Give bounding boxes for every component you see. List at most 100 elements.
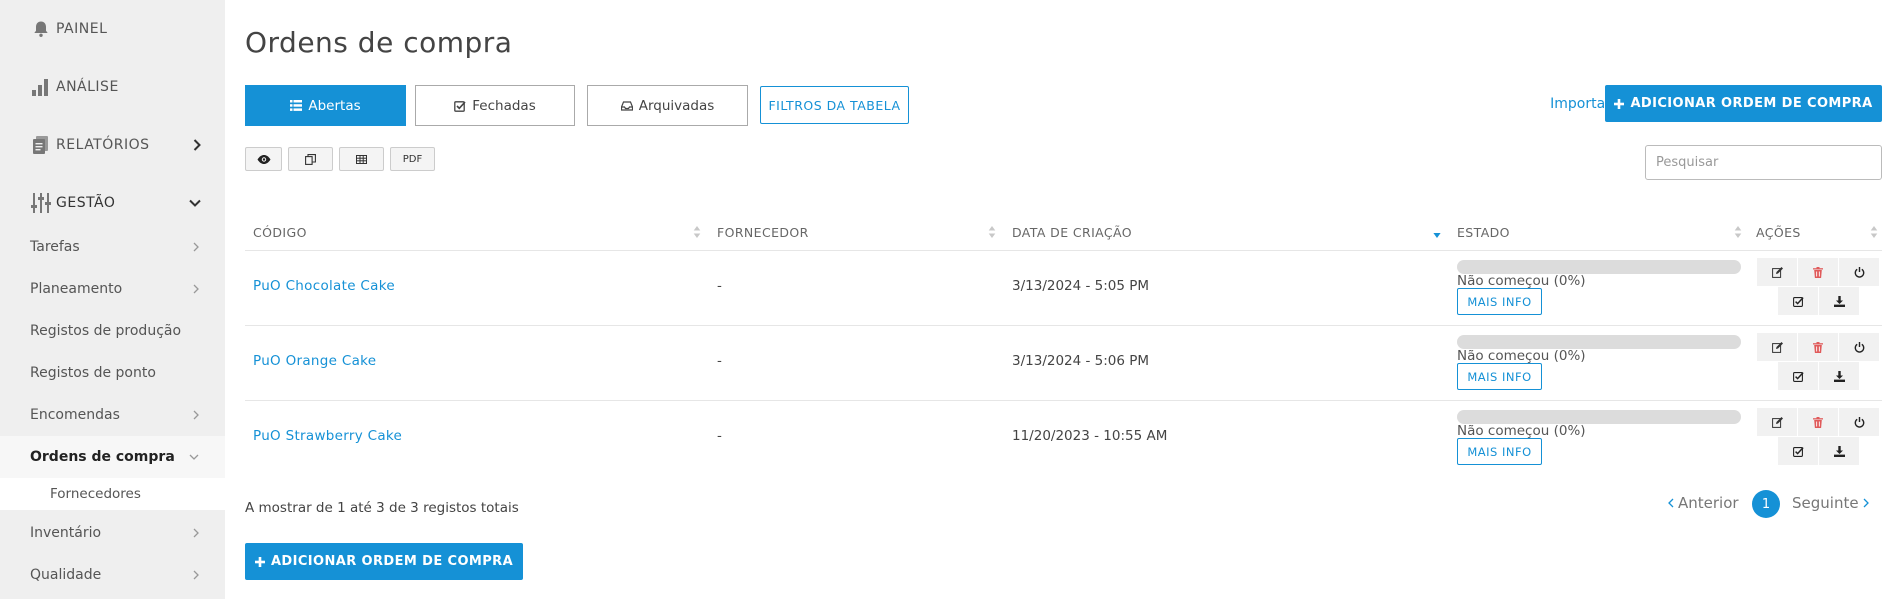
nav-sub-registos-ponto[interactable]: Registos de ponto — [0, 352, 225, 394]
chevron-down-icon — [189, 199, 201, 207]
chevron-left-icon — [1668, 498, 1674, 508]
column-header-code[interactable]: CÓDIGO — [253, 222, 307, 242]
nav-leaf-fornecedores[interactable]: Fornecedores — [0, 478, 225, 510]
edit-icon — [1771, 341, 1783, 353]
nav-sub-encomendas[interactable]: Encomendas — [0, 394, 225, 436]
visibility-toggle-button[interactable] — [245, 147, 282, 171]
nav-sub-label: Tarefas — [30, 239, 80, 255]
power-button[interactable] — [1839, 258, 1879, 286]
sliders-icon — [30, 192, 52, 214]
nav-sub-label: Planeamento — [30, 281, 123, 297]
sort-both-icon[interactable] — [693, 224, 701, 240]
sort-both-icon[interactable] — [1734, 224, 1742, 240]
sort-both-icon[interactable] — [1870, 224, 1878, 240]
order-created-date: 3/13/2024 - 5:05 PM — [1012, 278, 1150, 294]
more-info-button[interactable]: MAIS INFO — [1457, 288, 1542, 315]
edit-button[interactable] — [1757, 258, 1797, 286]
table-divider — [245, 250, 1882, 251]
pdf-export-button[interactable]: PDF — [390, 147, 435, 171]
add-purchase-order-button-top[interactable]: ADICIONAR ORDEM DE COMPRA — [1605, 85, 1882, 122]
row-divider — [245, 400, 1882, 401]
sort-desc-icon[interactable] — [1433, 224, 1441, 240]
order-supplier: - — [717, 278, 722, 294]
close-order-button[interactable] — [1778, 437, 1818, 465]
copy-icon — [305, 153, 316, 165]
order-code-link[interactable]: PuO Orange Cake — [253, 353, 376, 369]
column-header-status[interactable]: ESTADO — [1457, 222, 1510, 242]
check-square-icon — [1792, 296, 1804, 307]
chevron-right-icon — [193, 242, 199, 252]
nav-sub-label: Registos de ponto — [30, 365, 156, 381]
nav-item-label: GESTÃO — [56, 195, 116, 211]
more-info-button[interactable]: MAIS INFO — [1457, 438, 1542, 465]
add-button-label: ADICIONAR ORDEM DE COMPRA — [270, 554, 514, 569]
power-icon — [1854, 341, 1865, 353]
download-icon — [1833, 445, 1845, 457]
nav-sub-ordens-compra[interactable]: Ordens de compra — [0, 436, 225, 478]
power-button[interactable] — [1839, 408, 1879, 436]
nav-sub-registos-producao[interactable]: Registos de produção — [0, 310, 225, 352]
delete-button[interactable] — [1798, 258, 1838, 286]
delete-button[interactable] — [1798, 333, 1838, 361]
nav-leaf-label: Fornecedores — [50, 486, 141, 502]
close-order-button[interactable] — [1778, 287, 1818, 315]
nav-sub-planeamento[interactable]: Planeamento — [0, 268, 225, 310]
order-code-link[interactable]: PuO Chocolate Cake — [253, 278, 395, 294]
more-info-button[interactable]: MAIS INFO — [1457, 363, 1542, 390]
order-code-link[interactable]: PuO Strawberry Cake — [253, 428, 402, 444]
download-button[interactable] — [1819, 287, 1859, 315]
nav-item-painel[interactable]: PAINEL — [0, 0, 225, 58]
trash-icon — [1813, 341, 1823, 353]
table-icon — [356, 154, 367, 164]
chevron-right-icon — [193, 284, 199, 294]
bell-icon — [30, 18, 52, 40]
chevron-right-icon — [1863, 498, 1869, 508]
sort-both-icon[interactable] — [988, 224, 996, 240]
edit-icon — [1771, 266, 1783, 278]
pagination-prev[interactable]: Anterior — [1668, 494, 1739, 512]
tab-arquivadas[interactable]: Arquivadas — [587, 85, 748, 126]
column-header-created[interactable]: DATA DE CRIAÇÃO — [1012, 222, 1132, 242]
edit-button[interactable] — [1757, 333, 1797, 361]
nav-item-gestao[interactable]: GESTÃO — [0, 174, 225, 232]
table-filters-button[interactable]: FILTROS DA TABELA — [760, 86, 909, 124]
power-button[interactable] — [1839, 333, 1879, 361]
nav-item-relatorios[interactable]: RELATÓRIOS — [0, 116, 225, 174]
copy-button[interactable] — [288, 147, 333, 171]
edit-button[interactable] — [1757, 408, 1797, 436]
download-icon — [1833, 370, 1845, 382]
pagination-current-page[interactable]: 1 — [1752, 490, 1780, 518]
search-input[interactable] — [1645, 145, 1882, 180]
row-divider — [245, 325, 1882, 326]
column-header-actions[interactable]: AÇÕES — [1756, 222, 1801, 242]
download-button[interactable] — [1819, 437, 1859, 465]
delete-button[interactable] — [1798, 408, 1838, 436]
tab-fechadas[interactable]: Fechadas — [415, 85, 575, 126]
nav-sub-inventario[interactable]: Inventário — [0, 512, 225, 554]
progress-bar — [1457, 335, 1741, 349]
power-icon — [1854, 416, 1865, 428]
excel-export-button[interactable] — [339, 147, 384, 171]
bar-chart-icon — [30, 76, 52, 98]
tab-abertas[interactable]: Abertas — [245, 85, 406, 126]
tab-label: Abertas — [308, 97, 361, 114]
column-header-supplier[interactable]: FORNECEDOR — [717, 222, 809, 242]
check-square-icon — [454, 100, 466, 112]
power-icon — [1854, 266, 1865, 278]
nav-sub-tarefas[interactable]: Tarefas — [0, 226, 225, 268]
nav-sub-qualidade[interactable]: Qualidade — [0, 554, 225, 596]
nav-item-analise[interactable]: ANÁLISE — [0, 58, 225, 116]
nav-sub-label: Ordens de compra — [30, 449, 175, 465]
download-button[interactable] — [1819, 362, 1859, 390]
order-created-date: 3/13/2024 - 5:06 PM — [1012, 353, 1150, 369]
close-order-button[interactable] — [1778, 362, 1818, 390]
nav-sub-label: Registos de produção — [30, 323, 182, 339]
nav-item-label: PAINEL — [56, 21, 108, 37]
table-info: A mostrar de 1 até 3 de 3 registos totai… — [245, 500, 519, 516]
pagination-next[interactable]: Seguinte — [1792, 494, 1869, 512]
progress-bar — [1457, 260, 1741, 274]
check-square-icon — [1792, 371, 1804, 382]
eye-icon — [257, 154, 271, 164]
add-purchase-order-button-bottom[interactable]: ADICIONAR ORDEM DE COMPRA — [245, 543, 523, 580]
sidebar: PAINEL ANÁLISE RELATÓRIOS GESTÃO Tarefas… — [0, 0, 225, 599]
